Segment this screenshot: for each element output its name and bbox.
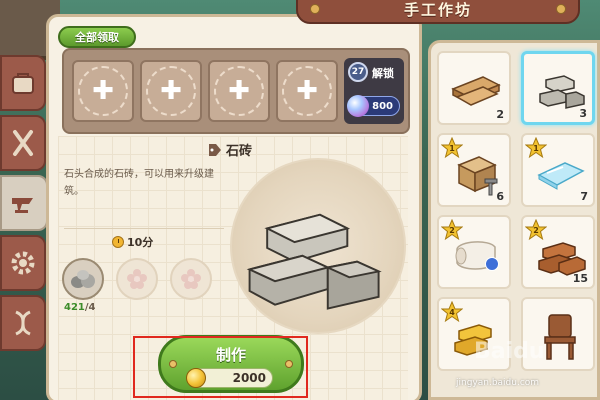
clock-icon: [112, 236, 124, 248]
craft-time-text: 10分: [127, 236, 154, 249]
queue-slot[interactable]: ✚: [208, 60, 270, 122]
material-slot-empty: [116, 258, 158, 300]
queue-slot[interactable]: ✚: [140, 60, 202, 122]
craft-time: 10分: [112, 234, 153, 250]
stone-brick-icon: [246, 213, 382, 310]
product-display: [230, 158, 406, 334]
item-title: 石砖: [208, 140, 252, 159]
item-count: 7: [580, 190, 588, 203]
queue-slot[interactable]: ✚: [72, 60, 134, 122]
crate-with-nail-icon: [457, 156, 498, 196]
plus-icon: ✚: [160, 76, 182, 106]
plus-icon: ✚: [228, 76, 250, 106]
material-need: 4: [88, 302, 96, 313]
inventory-item-crate-with-nail[interactable]: 1 6: [437, 133, 511, 207]
inventory-item-glass-pane[interactable]: 1 7: [521, 133, 595, 207]
tab-gears[interactable]: [0, 235, 46, 291]
item-count: 6: [496, 190, 504, 203]
unlock-price: 800: [372, 100, 393, 112]
page-title: 手工作坊: [403, 0, 472, 19]
flower-icon: [127, 269, 147, 289]
material-count: 421/4: [64, 302, 96, 313]
flower-icon: [181, 269, 201, 289]
highlight-annotation: [133, 336, 308, 398]
unlock-label: 解锁: [372, 67, 394, 80]
item-name: 石砖: [226, 144, 253, 159]
inventory-item-cloth-roll[interactable]: 2: [437, 215, 511, 289]
slot-ring: ✚: [146, 66, 196, 116]
slot-ring: ✚: [282, 66, 332, 116]
plus-icon: ✚: [296, 76, 318, 106]
cloth-roll-icon: [455, 241, 496, 270]
production-queue: ✚ ✚ ✚ ✚ 27 解锁 800: [62, 48, 410, 134]
gem-icon: [347, 95, 369, 117]
slot-ring: ✚: [214, 66, 264, 116]
inventory-item-stone-brick[interactable]: 3: [521, 51, 595, 125]
hammer-badge-icon: [485, 257, 499, 271]
glass-pane-icon: [537, 162, 585, 190]
unlock-price-button[interactable]: 800: [347, 95, 400, 117]
banner-stud-left: [310, 4, 320, 14]
tag-icon: [209, 143, 221, 156]
claim-all-button[interactable]: 全部领取: [58, 26, 136, 48]
queue-slot[interactable]: ✚: [276, 60, 338, 122]
tab-dna[interactable]: [0, 295, 46, 351]
material-have: 421: [64, 302, 85, 313]
anvil-icon: [12, 198, 33, 213]
unlock-slot[interactable]: 27 解锁 800: [344, 58, 404, 124]
watermark-logo: Baidu: [474, 339, 545, 364]
bag-icon: [12, 73, 34, 94]
tab-cooking[interactable]: [0, 115, 46, 171]
side-category-tabs: [0, 55, 48, 400]
tab-workshop[interactable]: [0, 175, 48, 231]
material-slot-empty: [170, 258, 212, 300]
item-description: 石头合成的石砖，可以用来升级建筑。: [64, 169, 214, 197]
item-count: 2: [496, 108, 504, 121]
inventory-item-wood-planks[interactable]: 2: [437, 51, 511, 125]
dna-icon: [15, 310, 31, 336]
item-count: 15: [572, 272, 588, 285]
plus-icon: ✚: [92, 76, 114, 106]
material-slot-stone[interactable]: [62, 258, 104, 300]
watermark-text: jingyan.baidu.com: [456, 378, 540, 388]
slot-ring: ✚: [78, 66, 128, 116]
wood-planks-icon: [451, 76, 501, 106]
gear-icon: [11, 251, 35, 275]
divider: [64, 228, 224, 229]
banner-stud-right: [556, 4, 566, 14]
svg-text:Baidu: Baidu: [474, 339, 545, 364]
tab-bag[interactable]: [0, 55, 46, 111]
title-banner: 手工作坊: [296, 0, 580, 24]
item-count: 3: [579, 107, 587, 120]
stone-icon: [71, 270, 95, 288]
fork-knife-icon: [13, 130, 33, 156]
inventory-item-copper-ingots[interactable]: 2 15: [521, 215, 595, 289]
level-badge: 27: [348, 62, 368, 82]
